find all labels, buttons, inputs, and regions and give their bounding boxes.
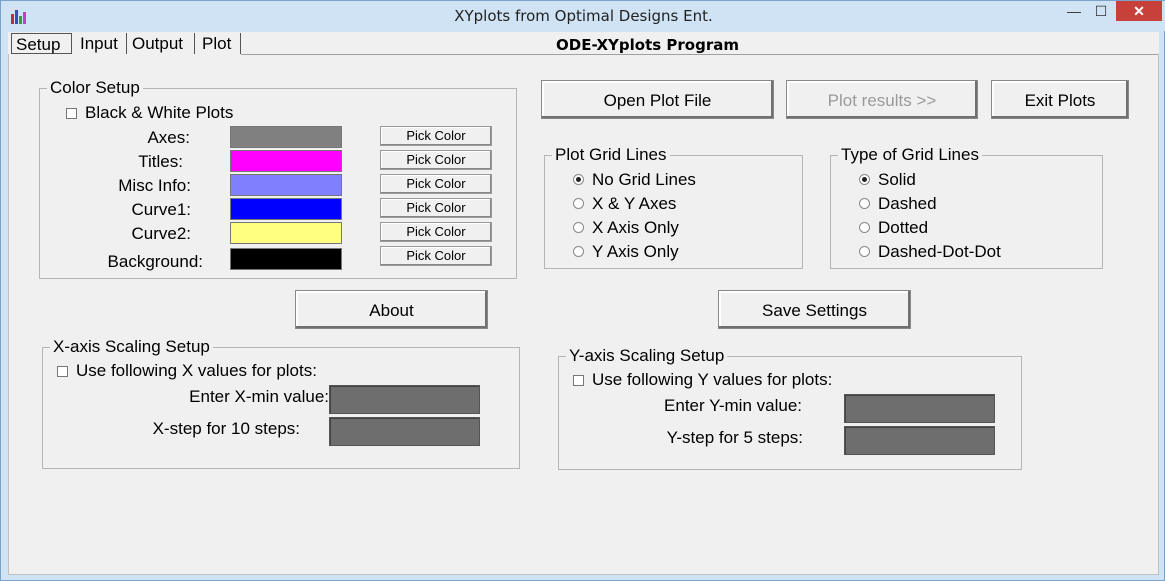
use-y-values-checkbox-row[interactable]: Use following Y values for plots:: [573, 370, 832, 390]
open-plot-file-button[interactable]: Open Plot File: [541, 80, 774, 119]
x-step-input[interactable]: [329, 417, 480, 446]
dotted-radio-row[interactable]: Dotted: [859, 218, 928, 238]
dashed-label: Dashed: [878, 194, 937, 213]
misc-info-color-swatch: [230, 174, 342, 196]
axes-color-label: Axes:: [147, 128, 190, 147]
minimize-button[interactable]: —: [1061, 1, 1087, 21]
use-x-values-checkbox[interactable]: [57, 366, 68, 378]
misc-info-color-label: Misc Info:: [118, 176, 191, 195]
tab-input[interactable]: Input: [76, 33, 127, 54]
y-axis-only-radio-row[interactable]: Y Axis Only: [573, 242, 679, 262]
program-title: ODE-XYplots Program: [556, 36, 739, 54]
y-axis-scaling-title: Y-axis Scaling Setup: [566, 346, 728, 366]
app-window: XYplots from Optimal Designs Ent. — ☐ ✕ …: [0, 0, 1165, 581]
bw-plots-label: Black & White Plots: [85, 103, 234, 122]
use-y-values-checkbox[interactable]: [573, 375, 584, 387]
titles-color-label: Titles:: [138, 152, 183, 171]
xy-axes-label: X & Y Axes: [592, 194, 677, 213]
exit-plots-button[interactable]: Exit Plots: [991, 80, 1129, 119]
x-axis-scaling-title: X-axis Scaling Setup: [50, 337, 213, 357]
color-setup-group: Color Setup Black & White Plots Axes: Pi…: [39, 78, 517, 279]
xy-axes-radio[interactable]: [573, 198, 584, 210]
x-axis-only-radio-row[interactable]: X Axis Only: [573, 218, 679, 238]
client-area: Setup Input Output Plot ODE-XYplots Prog…: [8, 32, 1159, 575]
titles-color-swatch: [230, 150, 342, 172]
x-axis-only-radio[interactable]: [573, 222, 584, 234]
open-plot-file-label: Open Plot File: [603, 91, 712, 110]
dotted-radio[interactable]: [859, 222, 870, 234]
no-grid-lines-radio-row[interactable]: No Grid Lines: [573, 170, 696, 190]
y-axis-scaling-group: Y-axis Scaling Setup Use following Y val…: [558, 346, 1022, 470]
bw-plots-checkbox-row[interactable]: Black & White Plots: [66, 103, 233, 123]
solid-radio-row[interactable]: Solid: [859, 170, 916, 190]
y-axis-only-radio[interactable]: [573, 246, 584, 258]
background-color-swatch: [230, 248, 342, 270]
y-min-input[interactable]: [844, 394, 995, 423]
tab-setup[interactable]: Setup: [11, 33, 72, 54]
background-color-label: Background:: [107, 252, 203, 271]
y-step-input[interactable]: [844, 426, 995, 455]
misc-info-pick-color-button[interactable]: Pick Color: [380, 174, 492, 194]
x-axis-only-label: X Axis Only: [592, 218, 679, 237]
dashed-dot-dot-radio-row[interactable]: Dashed-Dot-Dot: [859, 242, 1001, 262]
plot-grid-lines-title: Plot Grid Lines: [552, 145, 670, 165]
dashed-dot-dot-radio[interactable]: [859, 246, 870, 258]
x-min-input[interactable]: [329, 385, 480, 414]
type-grid-lines-group: Type of Grid Lines Solid Dashed Dotted D…: [830, 145, 1103, 269]
dotted-label: Dotted: [878, 218, 929, 237]
y-step-label: Y-step for 5 steps:: [666, 428, 803, 447]
use-y-values-label: Use following Y values for plots:: [592, 370, 833, 389]
no-grid-lines-radio[interactable]: [573, 174, 584, 186]
use-x-values-checkbox-row[interactable]: Use following X values for plots:: [57, 361, 317, 381]
title-bar[interactable]: XYplots from Optimal Designs Ent. — ☐ ✕: [1, 1, 1165, 31]
y-axis-only-label: Y Axis Only: [592, 242, 679, 261]
axes-pick-color-button[interactable]: Pick Color: [380, 126, 492, 146]
dashed-radio[interactable]: [859, 198, 870, 210]
dashed-dot-dot-label: Dashed-Dot-Dot: [878, 242, 1001, 261]
xy-axes-radio-row[interactable]: X & Y Axes: [573, 194, 676, 214]
curve1-color-label: Curve1:: [131, 200, 191, 219]
x-step-label: X-step for 10 steps:: [152, 419, 300, 438]
x-min-label: Enter X-min value:: [189, 387, 329, 406]
curve2-pick-color-button[interactable]: Pick Color: [380, 222, 492, 242]
solid-label: Solid: [878, 170, 916, 189]
maximize-button[interactable]: ☐: [1088, 1, 1114, 21]
titles-pick-color-button[interactable]: Pick Color: [380, 150, 492, 170]
tab-output[interactable]: Output: [128, 33, 195, 54]
solid-radio[interactable]: [859, 174, 870, 186]
bw-plots-checkbox[interactable]: [66, 108, 77, 120]
use-x-values-label: Use following X values for plots:: [76, 361, 317, 380]
no-grid-lines-label: No Grid Lines: [592, 170, 696, 189]
curve2-color-swatch: [230, 222, 342, 244]
tab-plot[interactable]: Plot: [198, 33, 241, 54]
axes-color-swatch: [230, 126, 342, 148]
plot-results-button[interactable]: Plot results >>: [786, 80, 978, 119]
background-pick-color-button[interactable]: Pick Color: [380, 246, 492, 266]
x-axis-scaling-group: X-axis Scaling Setup Use following X val…: [42, 337, 520, 469]
about-button[interactable]: About: [295, 290, 488, 329]
y-min-label: Enter Y-min value:: [664, 396, 802, 415]
window-title: XYplots from Optimal Designs Ent.: [454, 7, 713, 25]
curve1-pick-color-button[interactable]: Pick Color: [380, 198, 492, 218]
curve2-color-label: Curve2:: [131, 224, 191, 243]
color-setup-title: Color Setup: [47, 78, 143, 98]
curve1-color-swatch: [230, 198, 342, 220]
close-button[interactable]: ✕: [1116, 1, 1162, 21]
dashed-radio-row[interactable]: Dashed: [859, 194, 937, 214]
save-settings-button[interactable]: Save Settings: [718, 290, 911, 329]
plot-grid-lines-group: Plot Grid Lines No Grid Lines X & Y Axes…: [544, 145, 803, 269]
type-grid-lines-title: Type of Grid Lines: [838, 145, 982, 165]
